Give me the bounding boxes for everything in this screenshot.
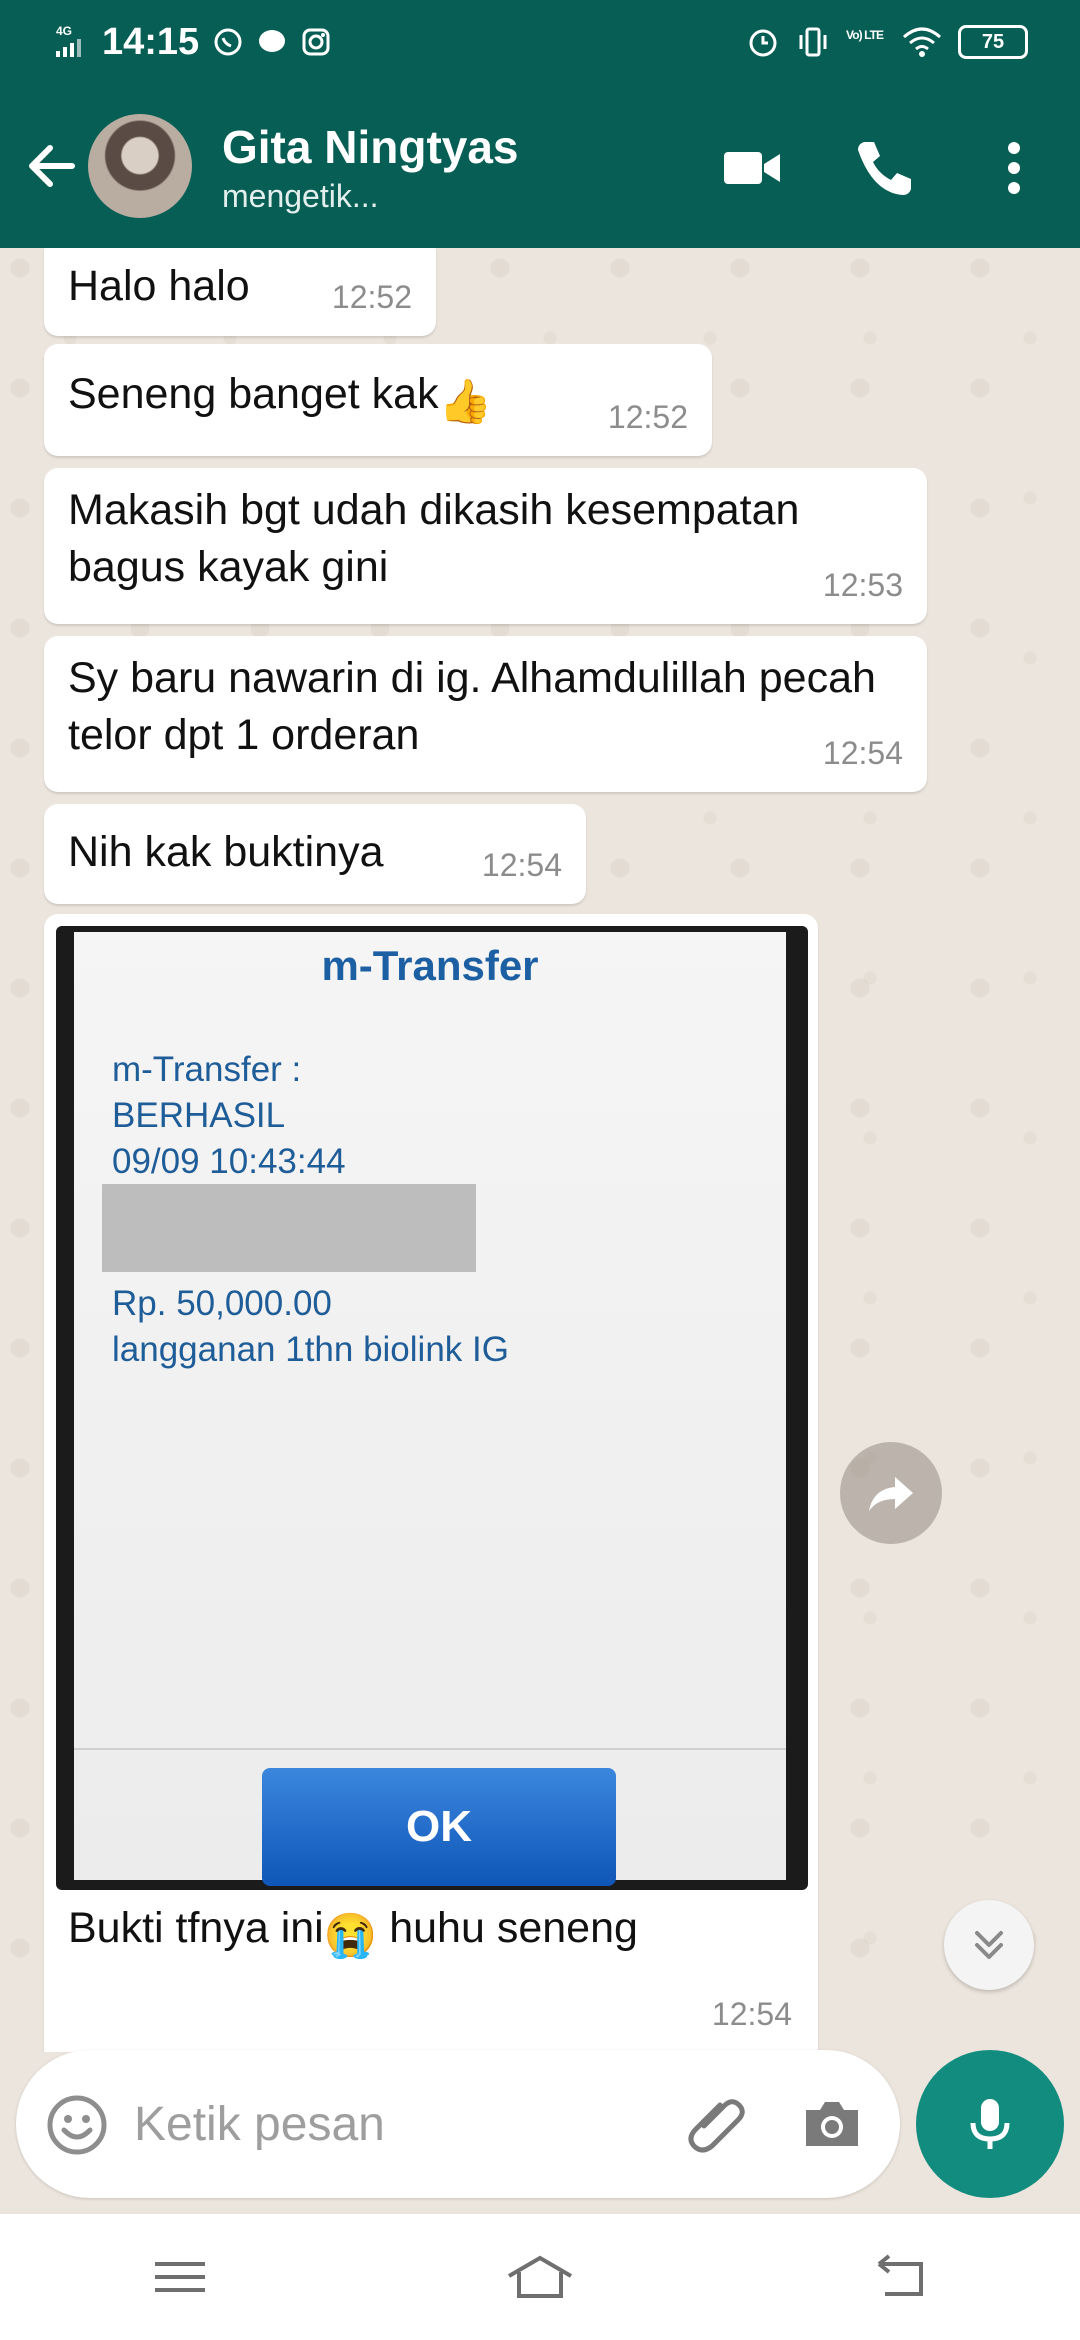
transfer-line: BERHASIL xyxy=(112,1096,286,1135)
redacted-block xyxy=(102,1184,476,1272)
contact-name[interactable]: Gita Ningtyas xyxy=(222,120,519,174)
thumbs-up-emoji: 👍 xyxy=(438,378,493,426)
image-message[interactable]: m-Transfer m-Transfer : BERHASIL 09/09 1… xyxy=(44,914,818,2052)
share-forward-icon xyxy=(869,1477,913,1511)
home-nav-icon[interactable] xyxy=(505,2252,575,2302)
contact-avatar[interactable] xyxy=(88,114,192,218)
crying-emoji: 😭 xyxy=(323,1912,378,1960)
vibrate-icon xyxy=(799,27,827,57)
image-caption: Bukti tfnya ini😭 huhu seneng xyxy=(68,1904,638,1961)
menu-nav-icon[interactable] xyxy=(145,2252,215,2302)
message-time: 12:53 xyxy=(822,567,903,603)
screenshot-content: m-Transfer m-Transfer : BERHASIL 09/09 1… xyxy=(74,932,786,1886)
status-left: 4G 14:15 xyxy=(56,21,746,64)
message-time: 12:52 xyxy=(331,279,412,315)
transfer-screenshot[interactable]: m-Transfer m-Transfer : BERHASIL 09/09 1… xyxy=(56,926,808,1890)
forward-button[interactable] xyxy=(840,1442,942,1544)
ok-button: OK xyxy=(262,1768,616,1886)
status-time: 14:15 xyxy=(102,20,200,63)
message-time: 12:54 xyxy=(481,847,562,883)
alarm-icon xyxy=(749,29,777,57)
message-input[interactable] xyxy=(132,2088,656,2160)
phone-icon[interactable] xyxy=(850,136,914,200)
caption-text: huhu seneng xyxy=(377,1904,638,1952)
message-time: 12:54 xyxy=(822,735,903,771)
message-bubble[interactable]: Seneng banget kak👍 12:52 xyxy=(44,344,712,456)
network-type: 4G xyxy=(56,25,72,38)
message-bubble[interactable]: Makasih bgt udah dikasih kesempatan bagu… xyxy=(44,468,927,624)
line-notification-icon xyxy=(259,30,286,52)
volte-icon: Vo) LTE xyxy=(846,28,884,42)
volte-label: Vo) LTE xyxy=(846,28,884,42)
typing-status: mengetik... xyxy=(222,178,379,214)
system-nav-bar xyxy=(0,2214,1080,2340)
message-text: Nih kak buktinya xyxy=(68,828,384,876)
paperclip-icon[interactable] xyxy=(684,2092,748,2156)
message-text: Seneng banget kak xyxy=(68,370,439,418)
instagram-notification-icon xyxy=(302,28,330,56)
whatsapp-notification-icon xyxy=(214,28,242,56)
chat-area[interactable]: Halo halo 12:52 Seneng banget kak👍 12:52… xyxy=(0,248,1080,2052)
chat-header: Gita Ningtyas mengetik... xyxy=(0,84,1080,248)
transfer-line: Rp. 50,000.00 xyxy=(112,1284,332,1323)
message-text: Makasih bgt udah dikasih kesempatan bagu… xyxy=(68,486,800,591)
message-bubble[interactable]: Sy baru nawarin di ig. Alhamdulillah pec… xyxy=(44,636,927,792)
transfer-line: m-Transfer : xyxy=(112,1050,302,1089)
message-bubble[interactable]: Halo halo 12:52 xyxy=(44,248,436,336)
back-nav-icon[interactable] xyxy=(865,2252,935,2302)
status-bar: 4G 14:15 Vo) LTE 75 xyxy=(0,0,1080,84)
message-text: Halo halo xyxy=(68,262,250,310)
transfer-line: langganan 1thn biolink IG xyxy=(112,1330,509,1369)
message-bubble[interactable]: Nih kak buktinya 12:54 xyxy=(44,804,586,904)
status-right: Vo) LTE 75 xyxy=(746,25,1028,59)
mic-button[interactable] xyxy=(916,2050,1064,2198)
microphone-icon xyxy=(970,2099,1010,2149)
wifi-icon xyxy=(903,27,941,57)
camera-icon[interactable] xyxy=(800,2092,864,2156)
more-vert-icon[interactable] xyxy=(982,136,1046,200)
transfer-title: m-Transfer xyxy=(321,942,539,989)
divider xyxy=(74,1748,786,1750)
video-call-icon[interactable] xyxy=(720,136,784,200)
message-text: Sy baru nawarin di ig. Alhamdulillah pec… xyxy=(68,654,876,759)
scroll-down-button[interactable] xyxy=(944,1900,1034,1990)
signal-icon: 4G xyxy=(56,25,81,57)
back-button[interactable] xyxy=(22,136,82,196)
message-composer xyxy=(16,2050,900,2198)
transfer-line: 09/09 10:43:44 xyxy=(112,1142,346,1181)
battery-indicator: 75 xyxy=(958,25,1028,59)
message-time: 12:54 xyxy=(711,1996,792,2032)
emoji-icon[interactable] xyxy=(46,2094,108,2156)
caption-text: Bukti tfnya ini xyxy=(68,1904,324,1952)
chevron-double-down-icon xyxy=(975,1931,1003,1959)
message-time: 12:52 xyxy=(607,399,688,435)
